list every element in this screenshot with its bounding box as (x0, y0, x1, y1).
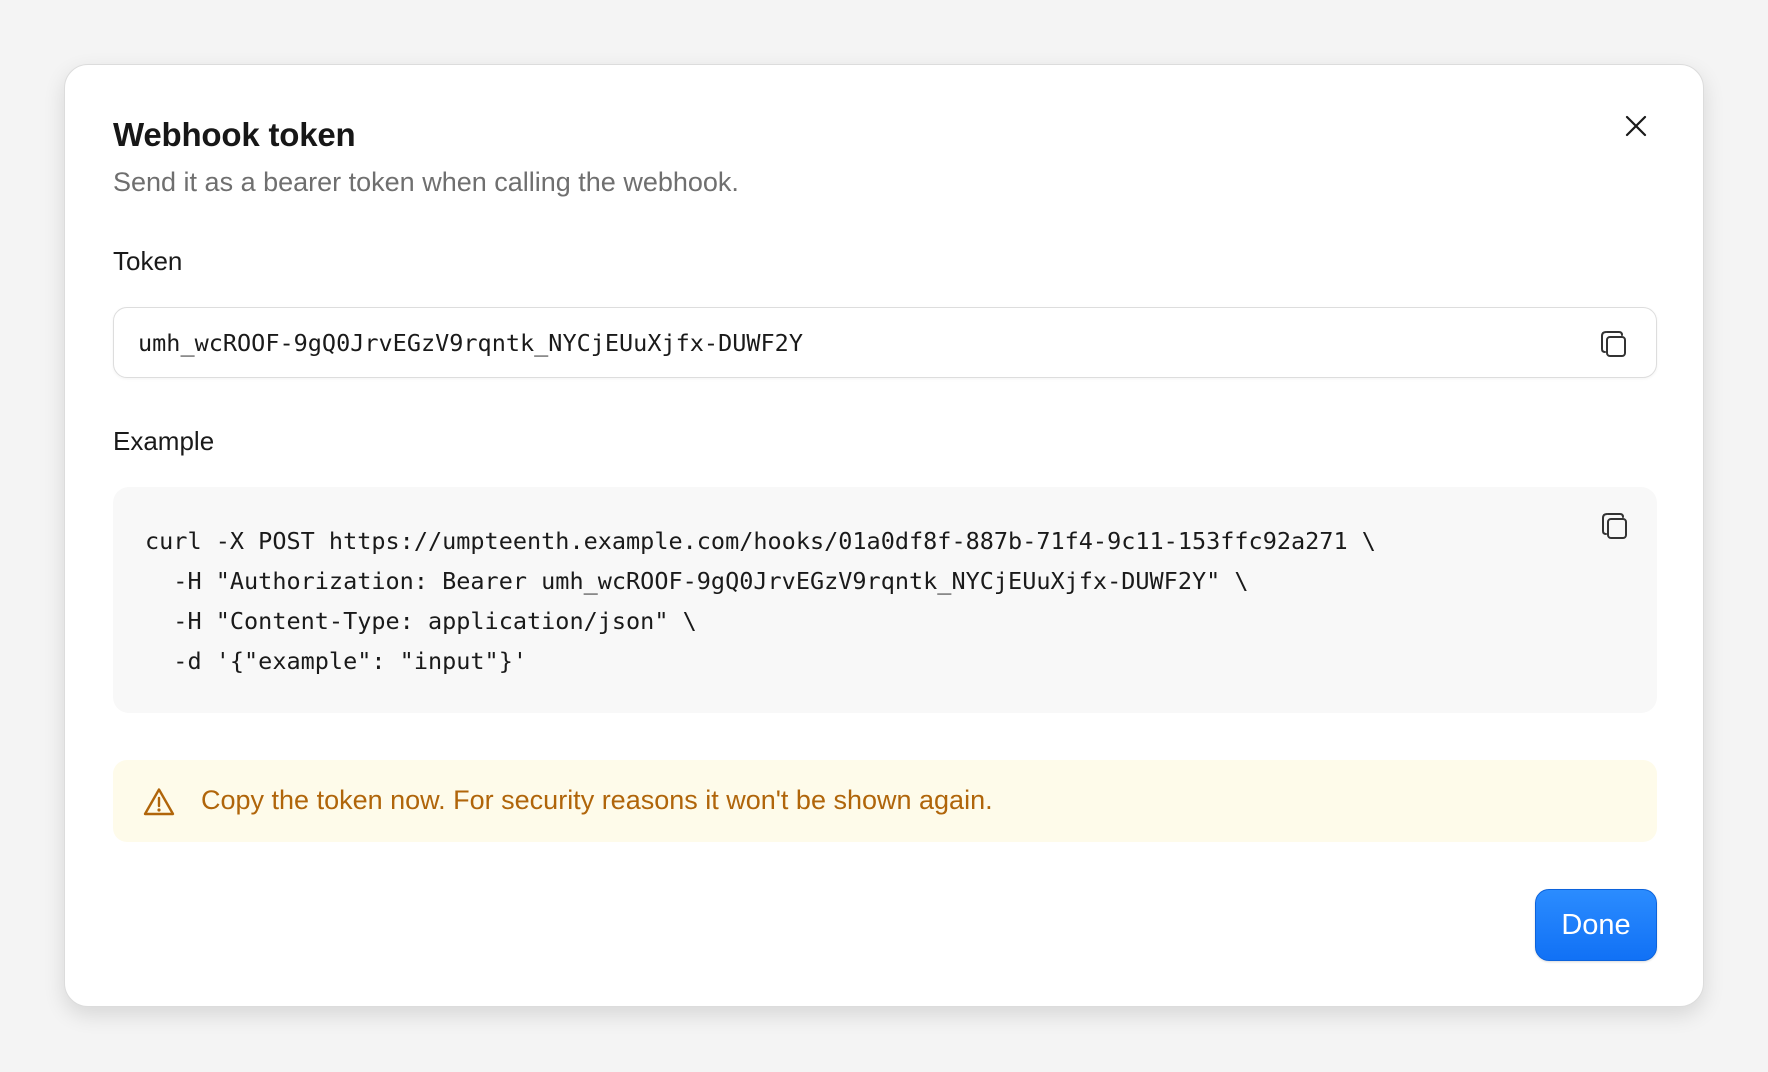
warning-triangle-icon (143, 788, 175, 816)
code-line: curl -X POST https://umpteenth.example.c… (145, 527, 1376, 555)
code-lines: curl -X POST https://umpteenth.example.c… (145, 521, 1376, 681)
code-line: -H "Content-Type: application/json" \ (145, 607, 697, 635)
security-warning-banner: Copy the token now. For security reasons… (113, 760, 1657, 842)
webhook-token-dialog: Webhook token Send it as a bearer token … (64, 64, 1704, 1007)
code-line: -d '{"example": "input"}' (145, 647, 528, 675)
code-line: -H "Authorization: Bearer umh_wcROOF-9gQ… (145, 567, 1249, 595)
warning-text: Copy the token now. For security reasons… (201, 785, 993, 815)
token-value[interactable]: umh_wcROOF-9gQ0JrvEGzV9rqntk_NYCjEUuXjfx… (138, 327, 803, 359)
example-label: Example (113, 426, 215, 456)
close-button[interactable] (1616, 106, 1656, 146)
token-label: Token (113, 246, 183, 276)
copy-example-button[interactable] (1593, 505, 1633, 545)
close-icon (1625, 115, 1647, 137)
copy-icon (1601, 331, 1626, 357)
done-button[interactable]: Done (1535, 889, 1657, 961)
copy-icon (1602, 513, 1627, 539)
example-code-block: curl -X POST https://umpteenth.example.c… (113, 487, 1657, 713)
copy-token-button[interactable] (1592, 323, 1632, 363)
dialog-title: Webhook token (113, 116, 356, 153)
token-field[interactable]: umh_wcROOF-9gQ0JrvEGzV9rqntk_NYCjEUuXjfx… (113, 307, 1657, 378)
dialog-subtitle: Send it as a bearer token when calling t… (113, 167, 739, 197)
